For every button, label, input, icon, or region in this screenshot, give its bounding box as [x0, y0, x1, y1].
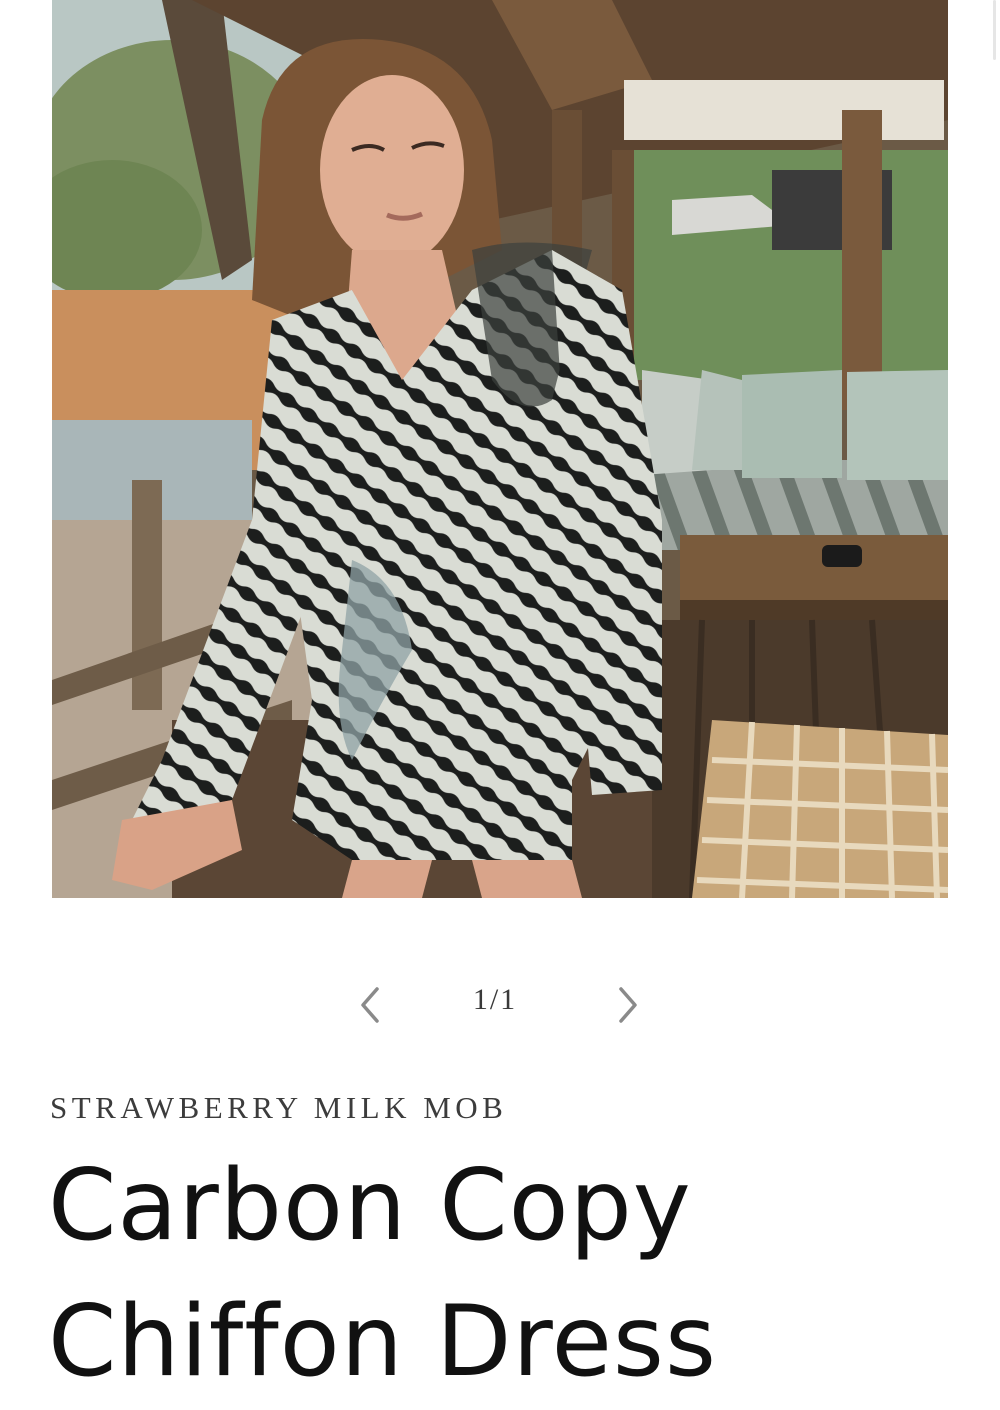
slider-controls: 1/1 — [0, 975, 1000, 1035]
product-vendor: STRAWBERRY MILK MOB — [50, 1090, 508, 1125]
scrollbar[interactable] — [993, 0, 996, 60]
slider-counter: 1/1 — [472, 983, 518, 1016]
slider-prev-button[interactable] — [340, 975, 400, 1035]
slider-next-button[interactable] — [598, 975, 658, 1035]
product-title: Carbon Copy Chiffon Dress — [48, 1149, 717, 1399]
product-photo — [52, 0, 948, 898]
chevron-right-icon — [619, 987, 637, 1023]
chevron-left-icon — [361, 987, 379, 1023]
product-image[interactable] — [52, 0, 948, 898]
